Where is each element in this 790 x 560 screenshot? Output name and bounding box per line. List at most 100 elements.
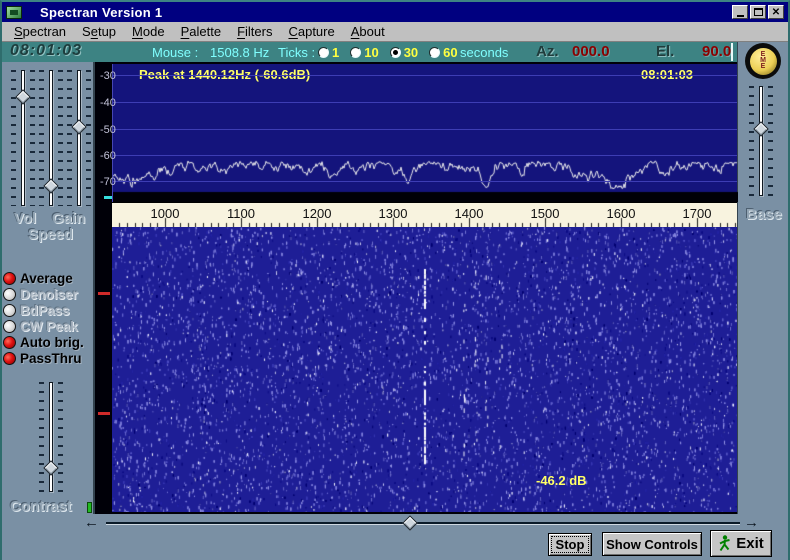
azimuth-value: 000.0 <box>572 43 610 60</box>
slider-ticks <box>58 382 63 492</box>
toggle-auto-brig[interactable]: Auto brig. <box>3 334 95 350</box>
separator <box>731 43 733 61</box>
exit-button[interactable]: Exit <box>710 530 772 557</box>
waterfall-display: -46.2 dB <box>112 227 737 512</box>
menu-bar: SpectranSetupModePaletteFiltersCaptureAb… <box>2 22 788 42</box>
tick-option-60[interactable]: 60 <box>429 45 457 60</box>
menu-item-setup[interactable]: Setup <box>74 24 124 39</box>
eme-button[interactable]: EME <box>745 43 781 79</box>
toggle-passthru[interactable]: PassThru <box>3 350 95 366</box>
running-man-icon <box>718 535 731 552</box>
db-gridline <box>113 129 737 130</box>
vol-slider-thumb[interactable] <box>15 89 31 105</box>
db-tick-label: -40 <box>100 97 116 109</box>
slider-ticks <box>86 70 91 206</box>
slider-ticks <box>39 382 44 492</box>
led-icon <box>3 272 16 285</box>
gain-label: Gain <box>52 210 85 227</box>
time-marker <box>98 292 110 295</box>
toggle-cw-peak[interactable]: CW Peak <box>3 318 95 334</box>
speed-slider[interactable] <box>40 70 62 206</box>
right-control-panel: EME Base <box>737 42 788 514</box>
led-icon <box>3 304 16 317</box>
tick-option-label: 30 <box>404 45 418 60</box>
contrast-slider[interactable] <box>40 382 62 492</box>
freq-tick-label: 1500 <box>531 206 560 221</box>
elevation-value: 90.0 <box>702 43 731 60</box>
close-button[interactable]: ✕ <box>768 5 784 19</box>
menu-item-mode[interactable]: Mode <box>124 24 173 39</box>
seconds-label: seconds <box>460 45 508 60</box>
toggle-bdpass[interactable]: BdPass <box>3 302 95 318</box>
db-tick-label: -70 <box>100 176 116 188</box>
gain-slider[interactable] <box>68 70 90 206</box>
speed-slider-thumb[interactable] <box>43 178 59 194</box>
slider-ticks <box>749 86 754 196</box>
tick-option-label: 10 <box>364 45 378 60</box>
menu-item-palette[interactable]: Palette <box>173 24 229 39</box>
spectrum-display: Peak at 1440.12Hz (-60.6dB) 08:01:03 -30… <box>112 64 737 202</box>
minimize-button[interactable] <box>732 5 748 19</box>
tick-option-10[interactable]: 10 <box>350 45 378 60</box>
show-controls-button[interactable]: Show Controls <box>602 532 702 556</box>
slider-track[interactable] <box>77 70 81 206</box>
db-tick-label: -30 <box>100 70 116 82</box>
waterfall-level-label: -46.2 dB <box>536 473 587 488</box>
tick-option-30[interactable]: 30 <box>390 45 418 60</box>
db-gridline <box>113 75 737 76</box>
radio-icon <box>350 47 361 58</box>
azimuth-label: Az. <box>536 43 559 60</box>
mouse-frequency-value: 1508.8 Hz <box>210 45 269 60</box>
db-tick-label: -60 <box>100 150 116 162</box>
ticks-label: Ticks : <box>278 45 315 60</box>
toggle-label: CW Peak <box>20 319 78 334</box>
freq-tick-label: 1700 <box>683 206 712 221</box>
menu-item-filters[interactable]: Filters <box>229 24 280 39</box>
contrast-label: Contrast <box>10 498 72 515</box>
toggle-label: Denoiser <box>20 287 78 302</box>
scroll-right-arrow[interactable]: → <box>744 515 759 531</box>
led-icon <box>3 352 16 365</box>
base-label: Base <box>746 206 782 223</box>
app-window: Spectran Version 1 ✕ SpectranSetupModePa… <box>0 0 790 560</box>
stop-button[interactable]: Stop <box>548 533 592 556</box>
toggle-label: Average <box>20 271 73 286</box>
left-control-panel: Vol Gain Speed AverageDenoiserBdPassCW P… <box>2 62 95 514</box>
slider-ticks <box>67 70 72 206</box>
led-icon <box>3 288 16 301</box>
contrast-slider-thumb[interactable] <box>43 460 59 476</box>
tick-interval-group: 1 10 30 60 <box>318 45 458 60</box>
vol-slider[interactable] <box>12 70 34 206</box>
horizontal-scroll-thumb[interactable] <box>403 515 419 531</box>
gain-slider-thumb[interactable] <box>71 119 87 135</box>
tick-option-1[interactable]: 1 <box>318 45 339 60</box>
elevation-label: El. <box>656 43 674 60</box>
horizontal-scroll-track[interactable] <box>106 522 740 524</box>
status-bar: 08:01:03 Mouse : 1508.8 Hz Ticks : 11030… <box>2 42 737 62</box>
slider-ticks <box>11 70 16 206</box>
freq-tick-label: 1200 <box>303 206 332 221</box>
app-icon[interactable] <box>6 6 22 19</box>
frequency-ruler: 10001100120013001400150016001700 <box>112 202 737 227</box>
led-icon <box>3 336 16 349</box>
ruler-ticks-canvas <box>112 203 737 227</box>
waterfall-canvas <box>112 227 737 512</box>
db-gridline <box>113 181 737 182</box>
bottom-bar: ← → Stop Show Controls Exit <box>2 514 788 558</box>
menu-item-about[interactable]: About <box>343 24 393 39</box>
toggle-label: BdPass <box>20 303 70 318</box>
menu-item-capture[interactable]: Capture <box>280 24 342 39</box>
toggle-average[interactable]: Average <box>3 270 95 286</box>
base-slider[interactable] <box>750 86 772 196</box>
scroll-left-arrow[interactable]: ← <box>84 515 99 531</box>
slider-track[interactable] <box>759 86 763 196</box>
radio-icon <box>318 47 329 58</box>
maximize-button[interactable] <box>750 5 766 19</box>
menu-item-spectran[interactable]: Spectran <box>6 24 74 39</box>
radio-icon <box>429 47 440 58</box>
toggle-denoiser[interactable]: Denoiser <box>3 286 95 302</box>
title-bar: Spectran Version 1 ✕ <box>2 2 788 22</box>
base-slider-thumb[interactable] <box>753 121 769 137</box>
mouse-frequency-label: Mouse : <box>152 45 198 60</box>
freq-tick-label: 1400 <box>455 206 484 221</box>
